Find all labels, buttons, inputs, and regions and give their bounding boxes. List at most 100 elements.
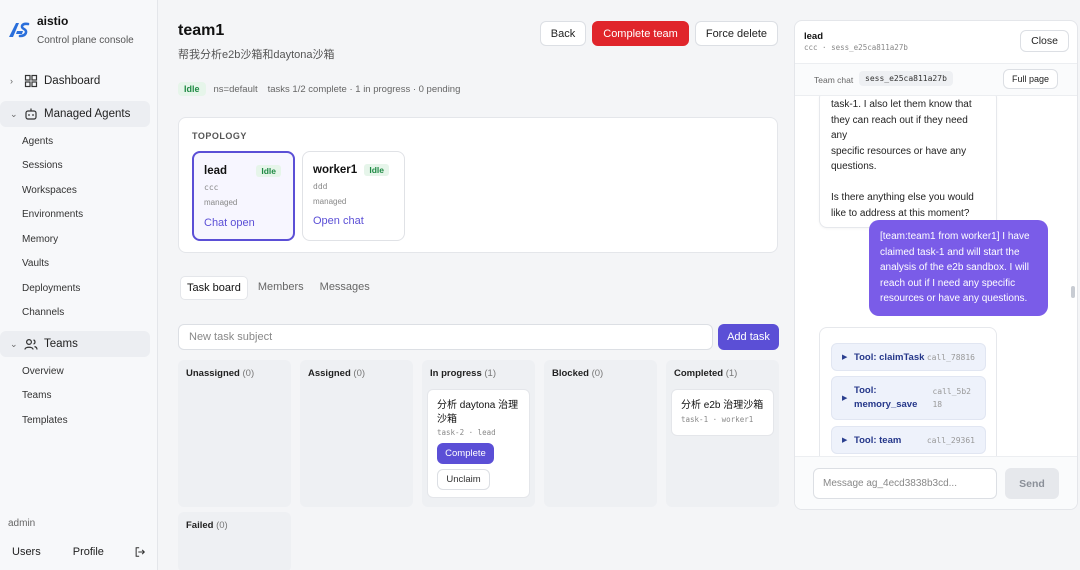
sidebar-item-vaults[interactable]: Vaults xyxy=(0,252,158,277)
agent-kind: managed xyxy=(204,198,238,207)
agent-chat-panel: lead ccc · sess_e25ca811a27b Close Team … xyxy=(794,20,1078,510)
complete-task-button[interactable]: Complete xyxy=(437,443,494,464)
tab-task-board[interactable]: Task board xyxy=(180,276,248,300)
tool-call-team[interactable]: ▶ Tool: team call_29361 xyxy=(831,426,986,454)
sidebar-item-sessions[interactable]: Sessions xyxy=(0,154,158,179)
tool-call-memory-save[interactable]: ▶ Tool: memory_save call_5b2 18 xyxy=(831,376,986,420)
agent-status-badge: Idle xyxy=(256,165,281,177)
panel-resize-handle[interactable] xyxy=(1071,286,1075,298)
chat-open-link[interactable]: Chat open xyxy=(204,217,255,229)
caret-right-icon: ▶ xyxy=(842,354,848,361)
column-header: Failed (0) xyxy=(186,520,228,531)
tool-call-claimtask[interactable]: ▶ Tool: claimTask call_78816 xyxy=(831,343,986,371)
sidebar-item-workspaces[interactable]: Workspaces xyxy=(0,178,158,203)
new-task-input[interactable] xyxy=(178,324,713,350)
robot-icon xyxy=(25,108,37,120)
task-card[interactable]: 分析 daytona 治理沙箱 task-2 · lead Complete U… xyxy=(427,389,530,498)
column-unassigned: Unassigned (0) xyxy=(178,360,291,507)
column-header: Assigned (0) xyxy=(308,368,366,379)
task-card[interactable]: 分析 e2b 治理沙箱 task-1 · worker1 xyxy=(671,389,774,436)
complete-team-button[interactable]: Complete team xyxy=(592,21,689,46)
column-failed: Failed (0) xyxy=(178,512,291,570)
agent-env: ddd xyxy=(313,182,328,191)
brand-name: aistio xyxy=(37,14,69,28)
sidebar: aistio Control plane console › Dashboard… xyxy=(0,0,158,570)
chat-messages[interactable]: task-1. I also let them know that they c… xyxy=(795,96,1077,456)
message-line: Is there anything else you would xyxy=(831,192,974,203)
caret-right-icon: ▶ xyxy=(842,437,848,444)
sidebar-item-agents[interactable]: Agents xyxy=(0,129,158,154)
message-line: like to address at this moment? xyxy=(831,207,970,219)
current-user-label: admin xyxy=(8,518,36,529)
user-message: [team:team1 from worker1] I have claimed… xyxy=(869,220,1048,316)
brand-subtitle: Control plane console xyxy=(37,35,134,46)
agent-name: worker1 xyxy=(313,164,358,176)
team-status-row: Idle ns=default tasks 1/2 complete · 1 i… xyxy=(178,82,460,96)
sidebar-item-deployments[interactable]: Deployments xyxy=(0,276,158,301)
namespace-label: ns=default xyxy=(213,83,258,95)
sidebar-item-overview[interactable]: Overview xyxy=(0,359,158,384)
tool-calls-group: ▶ Tool: claimTask call_78816 ▶ Tool: memo… xyxy=(819,327,997,456)
chat-panel-meta: ccc · sess_e25ca811a27b xyxy=(804,43,908,52)
agent-name: lead xyxy=(204,165,228,177)
profile-link[interactable]: Profile xyxy=(73,546,104,558)
chat-panel-title: lead xyxy=(804,31,824,42)
task-meta: task-1 · worker1 xyxy=(681,415,754,424)
chevron-right-icon: › xyxy=(10,75,13,86)
chevron-down-icon: ⌄ xyxy=(10,338,18,349)
full-page-button[interactable]: Full page xyxy=(1002,69,1058,89)
session-chip: sess_e25ca811a27b xyxy=(859,71,953,86)
assistant-message: task-1. I also let them know that they c… xyxy=(819,96,997,228)
status-badge: Idle xyxy=(178,82,206,96)
sidebar-item-templates[interactable]: Templates xyxy=(0,408,158,433)
sidebar-item-label: Teams xyxy=(44,338,78,350)
column-header: Completed (1) xyxy=(674,368,738,379)
task-meta: task-2 · lead xyxy=(437,428,496,437)
page-subtitle: 帮我分析e2b沙箱和daytona沙箱 xyxy=(178,49,335,61)
sidebar-item-teams[interactable]: Teams xyxy=(0,384,158,409)
unclaim-task-button[interactable]: Unclaim xyxy=(437,469,490,490)
tab-messages[interactable]: Messages xyxy=(314,276,376,300)
agent-card-lead[interactable]: lead Idle ccc managed Chat open xyxy=(192,151,295,241)
sidebar-item-channels[interactable]: Channels xyxy=(0,301,158,326)
topology-panel: TOPOLOGY lead Idle ccc managed Chat open… xyxy=(178,117,778,253)
sidebar-item-memory[interactable]: Memory xyxy=(0,227,158,252)
main-content: team1 帮我分析e2b沙箱和daytona沙箱 Back Complete … xyxy=(158,0,794,570)
force-delete-button[interactable]: Force delete xyxy=(694,21,778,46)
tool-name: Tool: claimTask xyxy=(854,352,925,363)
brand: aistio Control plane console xyxy=(8,14,134,46)
back-button[interactable]: Back xyxy=(539,21,587,46)
sidebar-item-environments[interactable]: Environments xyxy=(0,203,158,228)
page-title: team1 xyxy=(178,22,225,39)
close-panel-button[interactable]: Close xyxy=(1020,30,1069,52)
team-chat-label: Team chat xyxy=(814,75,854,85)
tool-call-id: call_29361 xyxy=(926,436,975,445)
add-task-button[interactable]: Add task xyxy=(718,324,779,350)
agent-card-worker1[interactable]: worker1 Idle ddd managed Open chat xyxy=(302,151,405,241)
tab-members[interactable]: Members xyxy=(252,276,310,300)
column-blocked: Blocked (0) xyxy=(544,360,657,507)
send-button[interactable]: Send xyxy=(1005,468,1059,499)
sidebar-group-managed-agents: ⌄ Managed Agents xyxy=(0,101,150,127)
column-header: Blocked (0) xyxy=(552,368,604,379)
sidebar-item-label: Dashboard xyxy=(44,74,101,87)
logout-icon[interactable] xyxy=(134,546,146,558)
users-link[interactable]: Users xyxy=(12,546,41,558)
sidebar-group-teams: ⌄ Teams xyxy=(0,331,150,357)
task-title: 分析 e2b 治理沙箱 xyxy=(681,400,764,411)
column-header: Unassigned (0) xyxy=(186,368,255,379)
chat-subheader: Team chat sess_e25ca811a27b Full page xyxy=(795,63,1077,96)
tasks-summary: tasks 1/2 complete · 1 in progress · 0 p… xyxy=(267,83,461,95)
caret-right-icon: ▶ xyxy=(842,395,848,402)
message-line: task-1. I also let them know that xyxy=(831,99,972,110)
sidebar-item-dashboard[interactable]: › Dashboard xyxy=(0,68,158,93)
sidebar-item-managed-agents[interactable]: ⌄ Managed Agents xyxy=(0,101,150,127)
aistio-logo-icon xyxy=(9,22,30,38)
dashboard-icon xyxy=(24,74,38,87)
message-input[interactable] xyxy=(813,468,997,499)
message-line: specific resources or have any xyxy=(831,145,967,157)
message-line: they can reach out if they need any xyxy=(831,114,968,142)
open-chat-link[interactable]: Open chat xyxy=(313,215,364,227)
sidebar-item-teams-group[interactable]: ⌄ Teams xyxy=(0,331,150,357)
